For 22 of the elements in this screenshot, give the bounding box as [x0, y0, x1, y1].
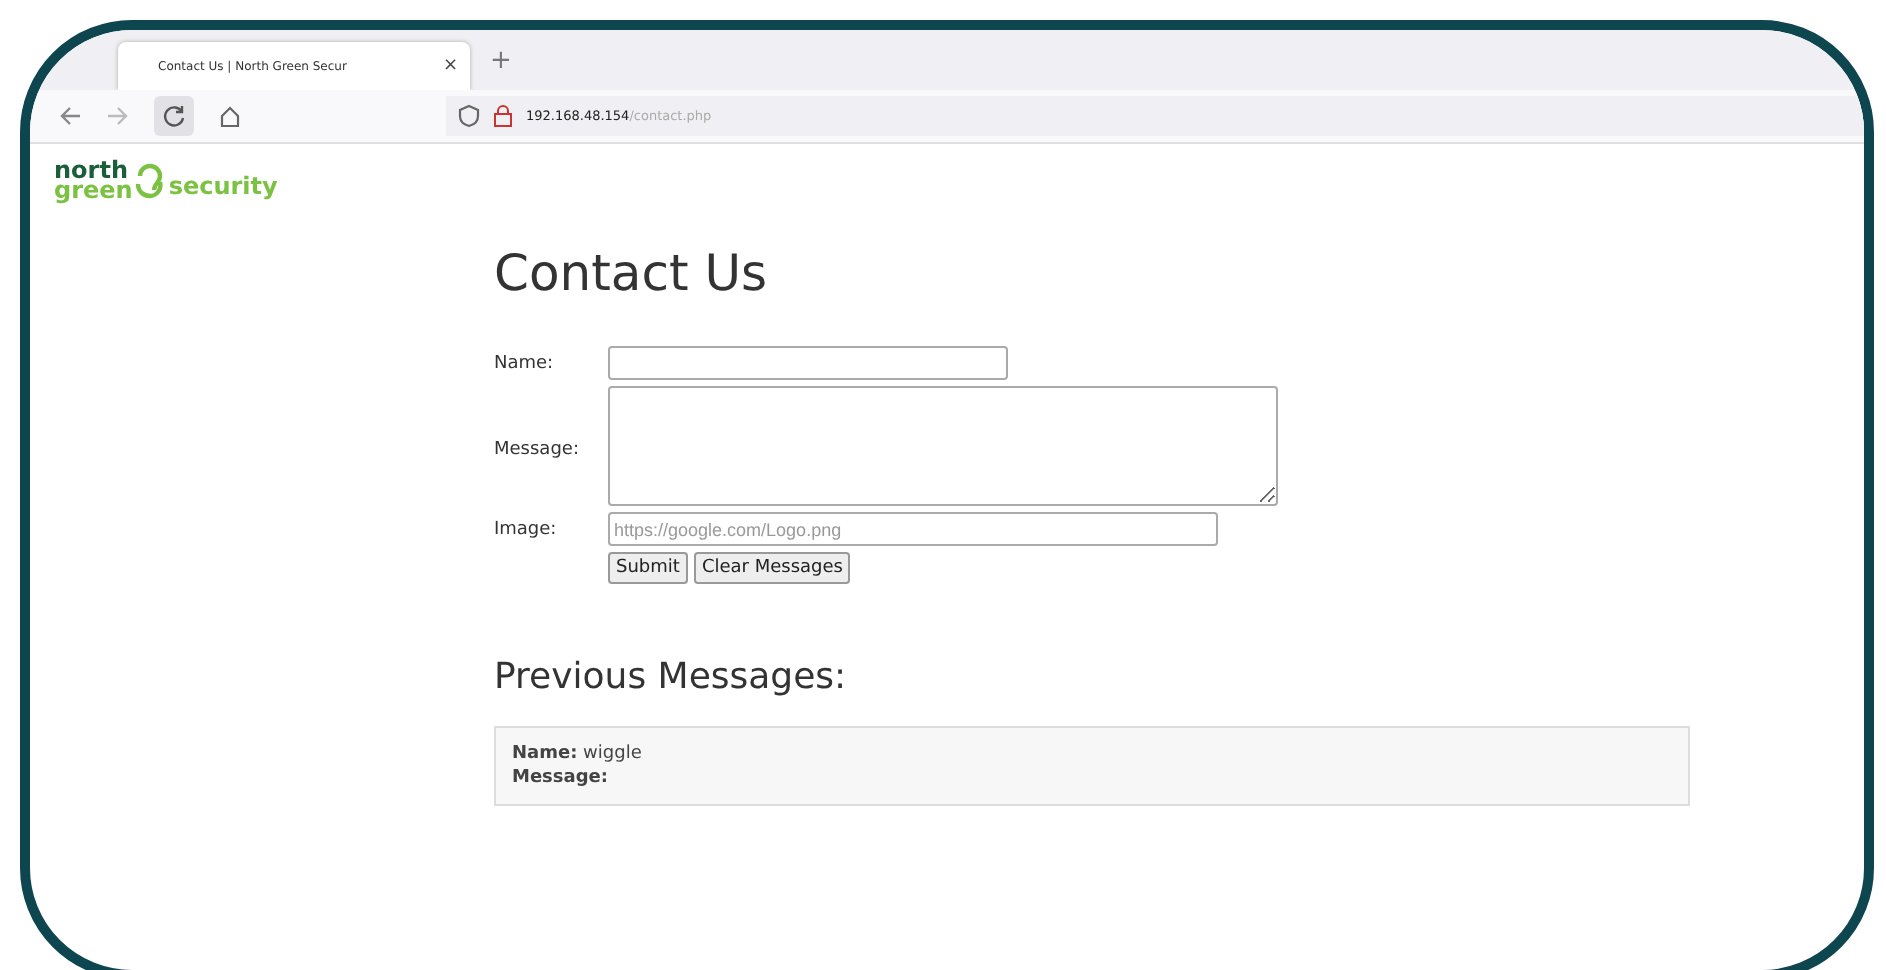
home-icon[interactable] — [218, 104, 242, 128]
shield-icon — [458, 104, 480, 128]
field-label: Image: — [494, 518, 559, 540]
field-label: Name: — [494, 352, 556, 374]
company-logo: north green security — [54, 160, 278, 201]
message-textarea[interactable] — [608, 386, 1278, 506]
form-button[interactable]: Clear Messages — [693, 552, 851, 584]
reload-icon — [162, 104, 186, 128]
message-label: Message: — [512, 768, 610, 788]
field-label: Message: — [494, 438, 581, 460]
back-arrow-icon[interactable] — [58, 104, 82, 128]
new-tab-button[interactable]: + — [490, 45, 512, 75]
message-name: Name: wiggle — [512, 744, 644, 764]
section-heading: Previous Messages: — [494, 656, 849, 698]
reload-button[interactable] — [154, 96, 194, 136]
forward-arrow-icon[interactable] — [106, 104, 130, 128]
input-field[interactable] — [608, 346, 1008, 380]
page-heading: Contact Us — [494, 244, 770, 302]
form-button[interactable]: Submit — [608, 552, 688, 584]
lock-warning-icon — [492, 104, 514, 128]
close-icon[interactable]: × — [442, 56, 458, 76]
input-field[interactable]: https://google.com/Logo.png — [608, 512, 1218, 546]
